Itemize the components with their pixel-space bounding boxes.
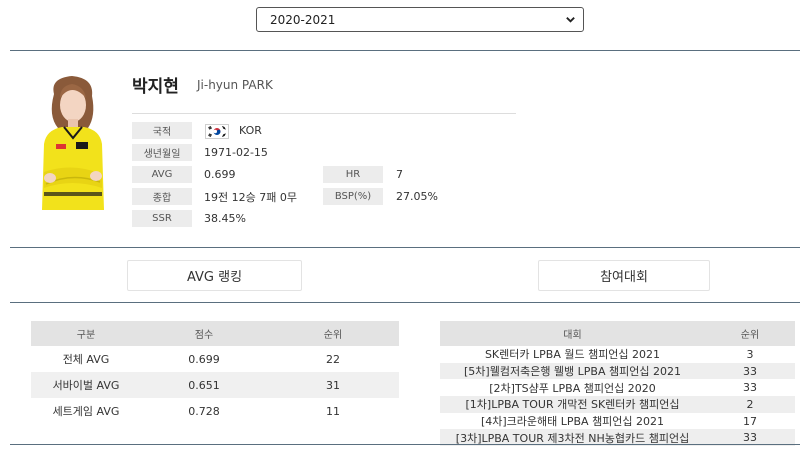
- table-cell: 서바이벌 AVG: [31, 372, 141, 398]
- tournament-rank: 33: [743, 381, 757, 395]
- table-row[interactable]: [5차]웰컴저축은행 웰뱅 LPBA 챔피언십 2021 33: [440, 362, 795, 380]
- name-divider: [132, 113, 516, 114]
- column-header: 구분: [31, 321, 141, 346]
- player-name-english: Ji-hyun PARK: [197, 78, 273, 92]
- table-cell: 22: [326, 352, 340, 366]
- record-value: 19전 12승 7패 0무: [204, 190, 297, 204]
- avg-ranking-button[interactable]: AVG 랭킹: [127, 260, 302, 291]
- tournament-rank: 3: [746, 347, 754, 361]
- table-row[interactable]: [1차]LPBA TOUR 개막전 SK렌터카 챔피언십 2: [440, 396, 795, 413]
- column-header: 순위: [705, 321, 795, 346]
- bsp-value: 27.05%: [396, 190, 438, 203]
- player-name-korean: 박지현: [132, 77, 179, 97]
- player-photo: [42, 76, 104, 210]
- season-select[interactable]: 2020-2021: [256, 7, 584, 32]
- table-header-row: 대회 순위: [440, 321, 795, 346]
- table-row: 세트게임 AVG 0.728 11: [31, 398, 399, 424]
- column-header: 순위: [267, 321, 399, 346]
- tournament-rank: 2: [705, 396, 795, 413]
- birth-label: 생년월일: [132, 144, 192, 161]
- tournament-name: [5차]웰컴저축은행 웰뱅 LPBA 챔피언십 2021: [440, 362, 705, 380]
- ssr-value: 38.45%: [204, 212, 246, 225]
- tournament-rank: 17: [743, 414, 757, 428]
- table-row[interactable]: [4차]크라운해태 LPBA 챔피언십 2021 17: [440, 413, 795, 430]
- table-row[interactable]: SK렌터카 LPBA 월드 챔피언십 2021 3: [440, 346, 795, 363]
- nationality-value: KOR: [239, 124, 262, 137]
- table-cell: 31: [267, 372, 399, 398]
- birth-value: 1971-02-15: [204, 146, 268, 159]
- tournament-name: [1차]LPBA TOUR 개막전 SK렌터카 챔피언십: [440, 396, 705, 413]
- tournament-name: SK렌터카 LPBA 월드 챔피언십 2021: [484, 348, 661, 362]
- table-cell: 0.728: [188, 404, 220, 418]
- table-row: 전체 AVG 0.699 22: [31, 346, 399, 372]
- table-cell: 세트게임 AVG: [52, 405, 120, 418]
- column-header: 점수: [141, 321, 267, 346]
- avg-ranking-table: 구분 점수 순위 전체 AVG 0.699 22 서바이벌 AVG 0.651 …: [31, 321, 399, 424]
- tournament-table: 대회 순위 SK렌터카 LPBA 월드 챔피언십 2021 3 [5차]웰컴저축…: [440, 321, 795, 447]
- divider-middle: [10, 247, 800, 248]
- ssr-label: SSR: [132, 210, 192, 227]
- table-row: 서바이벌 AVG 0.651 31: [31, 372, 399, 398]
- hr-value: 7: [396, 168, 403, 181]
- tournament-name: [2차]TS샴푸 LPBA 챔피언십 2020: [489, 381, 656, 395]
- table-cell: 0.651: [141, 372, 267, 398]
- table-header-row: 구분 점수 순위: [31, 321, 399, 346]
- hr-label: HR: [323, 166, 383, 183]
- table-cell: 전체 AVG: [62, 353, 110, 366]
- divider-bottom: [10, 444, 800, 445]
- tournaments-button[interactable]: 참여대회: [538, 260, 710, 291]
- avg-label: AVG: [132, 166, 192, 183]
- chevron-down-icon: [566, 17, 575, 23]
- avg-value: 0.699: [204, 168, 236, 181]
- record-label: 종합: [132, 188, 192, 205]
- nationality-label: 국적: [132, 122, 192, 139]
- table-cell: 11: [326, 404, 340, 418]
- divider-lower: [10, 302, 800, 303]
- bsp-label: BSP(%): [323, 188, 383, 205]
- table-cell: 0.699: [188, 352, 220, 366]
- column-header: 대회: [440, 321, 705, 346]
- korea-flag-icon: [205, 124, 229, 139]
- divider-top: [10, 50, 800, 51]
- tournament-rank: 33: [705, 362, 795, 380]
- tournament-name: [4차]크라운해태 LPBA 챔피언십 2021: [480, 415, 665, 429]
- season-select-value: 2020-2021: [270, 12, 336, 27]
- table-row[interactable]: [2차]TS샴푸 LPBA 챔피언십 2020 33: [440, 379, 795, 396]
